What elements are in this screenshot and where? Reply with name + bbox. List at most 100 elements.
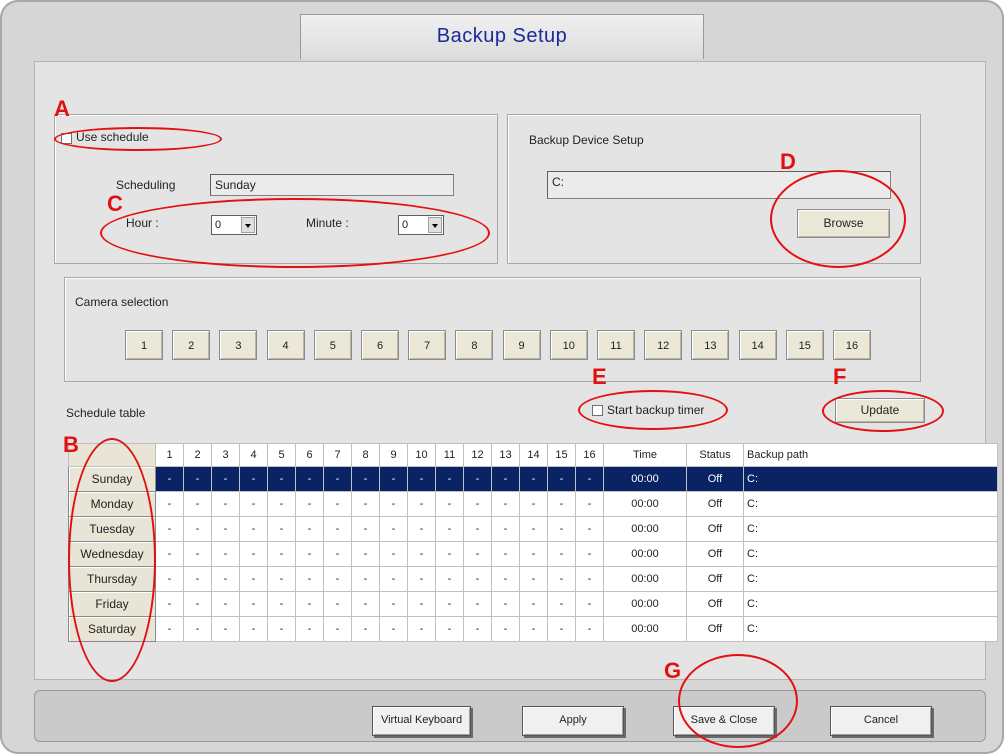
path-cell: C: (743, 466, 998, 492)
channel-cell: - (435, 566, 464, 592)
channel-cell: - (183, 566, 212, 592)
channel-cell: - (463, 566, 492, 592)
camera-button[interactable]: 5 (313, 330, 352, 360)
channel-cell: - (519, 516, 548, 542)
channel-cell: - (267, 616, 296, 642)
virtual-keyboard-button[interactable]: Virtual Keyboard (372, 706, 471, 736)
table-row[interactable]: Sunday - - - - - - - - - - - - - - - -00:00 Off C: (68, 466, 998, 492)
channel-cell: - (267, 541, 296, 567)
column-header-channel: 11 (435, 443, 464, 467)
channel-cell: - (267, 591, 296, 617)
channel-cell: - (351, 491, 380, 517)
camera-button[interactable]: 4 (266, 330, 305, 360)
channel-cell: - (183, 591, 212, 617)
annotation-ellipse-e (578, 390, 728, 430)
camera-button[interactable]: 10 (549, 330, 588, 360)
channel-cell: - (183, 491, 212, 517)
channel-cell: - (323, 566, 352, 592)
camera-button[interactable]: 11 (597, 330, 635, 360)
channel-cell: - (519, 466, 548, 492)
channel-cell: - (435, 591, 464, 617)
channel-cell: - (155, 616, 184, 642)
channel-cell: - (351, 616, 380, 642)
camera-button[interactable]: 15 (785, 330, 824, 360)
status-cell: Off (686, 516, 744, 542)
camera-button[interactable]: 13 (691, 330, 730, 360)
channel-cell: - (547, 491, 576, 517)
camera-button[interactable]: 9 (502, 330, 541, 360)
annotation-ellipse-b (68, 438, 156, 682)
channel-cell: - (547, 466, 576, 492)
channel-cell: - (323, 541, 352, 567)
table-row[interactable]: Tuesday - - - - - - - - - - - - - - - -00:00 Off C: (68, 516, 998, 542)
channel-cell: - (547, 591, 576, 617)
annotation-letter: B (63, 432, 79, 457)
channel-cell: - (155, 491, 184, 517)
table-row[interactable]: Wednesday - - - - - - - - - - - - - - - -00:00 Off C: (68, 541, 998, 567)
camera-button[interactable]: 3 (219, 330, 258, 360)
channel-cell: - (575, 591, 604, 617)
channel-cell: - (463, 591, 492, 617)
time-cell: 00:00 (603, 566, 687, 592)
channel-cell: - (211, 566, 240, 592)
table-row[interactable]: Saturday - - - - - - - - - - - - - - - -00:00 Off C: (68, 616, 998, 642)
table-row[interactable]: Friday - - - - - - - - - - - - - - - -00:00 Off C: (68, 591, 998, 617)
camera-button[interactable]: 1 (125, 330, 163, 360)
channel-cell: - (435, 516, 464, 542)
path-cell: C: (743, 591, 998, 617)
channel-cell: - (463, 616, 492, 642)
status-cell: Off (686, 566, 744, 592)
channel-cell: - (575, 541, 604, 567)
path-cell: C: (743, 566, 998, 592)
camera-button[interactable]: 2 (172, 330, 211, 360)
channel-cell: - (239, 466, 268, 492)
channel-cell: - (547, 566, 576, 592)
channel-cell: - (407, 541, 436, 567)
apply-button[interactable]: Apply (522, 706, 624, 736)
channel-cell: - (267, 566, 296, 592)
channel-cell: - (379, 616, 408, 642)
status-cell: Off (686, 466, 744, 492)
channel-cell: - (435, 541, 464, 567)
status-cell: Off (686, 616, 744, 642)
camera-button[interactable]: 6 (361, 330, 399, 360)
channel-cell: - (519, 491, 548, 517)
status-cell: Off (686, 491, 744, 517)
channel-cell: - (211, 516, 240, 542)
camera-button[interactable]: 8 (455, 330, 494, 360)
backup-device-title: Backup Device Setup (529, 133, 644, 147)
cancel-button[interactable]: Cancel (830, 706, 932, 736)
camera-button[interactable]: 12 (644, 330, 683, 360)
table-row[interactable]: Monday - - - - - - - - - - - - - - - -00:00 Off C: (68, 491, 998, 517)
camera-button[interactable]: 16 (833, 330, 871, 360)
channel-cell: - (491, 516, 520, 542)
channel-cell: - (239, 516, 268, 542)
channel-cell: - (323, 616, 352, 642)
scheduling-field[interactable]: Sunday (210, 174, 454, 196)
channel-cell: - (295, 491, 324, 517)
column-header-channel: 2 (183, 443, 212, 467)
column-header-status: Status (686, 443, 744, 467)
camera-button[interactable]: 7 (408, 330, 447, 360)
channel-cell: - (295, 541, 324, 567)
path-cell: C: (743, 541, 998, 567)
annotation-letter: A (54, 96, 70, 121)
column-header-channel: 15 (547, 443, 576, 467)
annotation-ellipse-f (822, 390, 944, 432)
path-cell: C: (743, 616, 998, 642)
channel-cell: - (519, 591, 548, 617)
channel-cell: - (463, 541, 492, 567)
channel-cell: - (211, 591, 240, 617)
path-cell: C: (743, 516, 998, 542)
channel-cell: - (323, 466, 352, 492)
table-row[interactable]: Thursday - - - - - - - - - - - - - - - -00:00 Off C: (68, 566, 998, 592)
channel-cell: - (155, 466, 184, 492)
schedule-table-header: 1 2 3 4 5 6 7 8 9 10 11 12 13 14 15 16 Time Status Backup … (68, 443, 998, 467)
camera-button[interactable]: 14 (738, 330, 777, 360)
channel-cell: - (155, 591, 184, 617)
channel-cell: - (491, 616, 520, 642)
channel-cell: - (491, 466, 520, 492)
channel-cell: - (547, 516, 576, 542)
annotation-ellipse-d (770, 170, 906, 268)
channel-cell: - (211, 541, 240, 567)
